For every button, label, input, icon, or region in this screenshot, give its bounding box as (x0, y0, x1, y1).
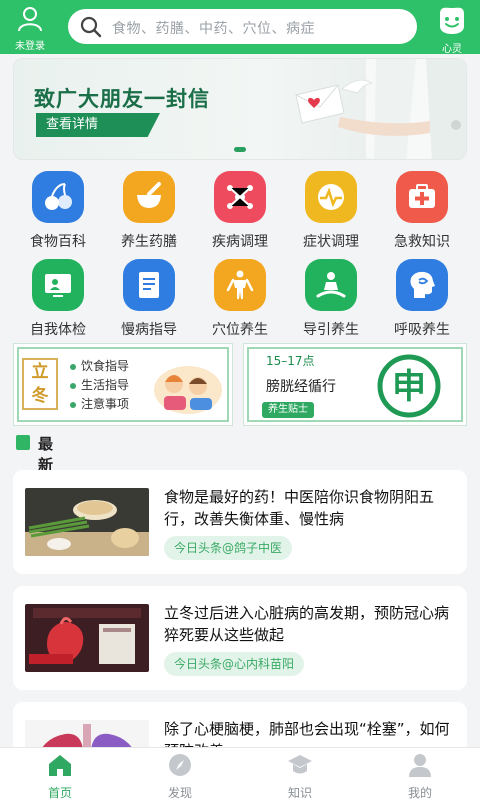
tab-label: 知识 (287, 786, 312, 800)
list-item-label: 饮食指导 (81, 359, 130, 373)
bullet-icon (70, 382, 76, 389)
news-title: 立冬过后进入心脏病的高发期，预防冠心病猝死要从这些做起 (164, 604, 450, 644)
first-aid-kit-icon (396, 171, 448, 223)
tab-home[interactable]: 首页 (0, 752, 120, 800)
graduation-cap-icon (288, 755, 312, 774)
cherry-icon (32, 171, 84, 223)
tab-knowledge[interactable]: 知识 (240, 752, 360, 800)
home-icon (49, 755, 71, 776)
grid-label: 慢病指导 (121, 322, 177, 338)
news-thumbnail (25, 488, 149, 556)
search-icon (80, 16, 102, 38)
grid-item-disease[interactable]: 疾病调理 (192, 171, 288, 251)
banner-pager-dot[interactable] (234, 147, 246, 152)
grid-item-self-check[interactable]: 自我体检 (10, 259, 106, 339)
grid-label: 养生药膳 (121, 234, 177, 250)
tab-label: 我的 (407, 786, 432, 800)
xinling-button[interactable]: 心灵 (432, 4, 472, 55)
family-illustration (154, 366, 222, 414)
list-item-label: 注意事项 (81, 397, 130, 411)
top-bar: 未登录 食物、药膳、中药、穴位、病症 心灵 (0, 0, 480, 55)
tab-label: 首页 (47, 786, 72, 800)
grid-item-symptom[interactable]: 症状调理 (283, 171, 379, 251)
tab-mine[interactable]: 我的 (360, 752, 480, 800)
grid-item-daoyin[interactable]: 导引养生 (283, 259, 379, 339)
document-icon (123, 259, 175, 311)
solar-term-card[interactable]: 立冬 饮食指导 生活指导 注意事项 (13, 343, 233, 426)
news-thumbnail (25, 604, 149, 672)
grid-item-acupoint[interactable]: 穴位养生 (192, 259, 288, 339)
news-title: 食物是最好的药！中医陪你识食物阴阳五行，改善失衡体重、慢性病 (164, 488, 435, 528)
news-card[interactable]: 立冬过后进入心脏病的高发期，预防冠心病猝死要从这些做起 今日头条@心内科苗阳 (13, 586, 467, 690)
meditation-icon (305, 259, 357, 311)
user-icon (18, 7, 42, 32)
person-icon (409, 754, 431, 777)
list-item: 注意事项 (70, 395, 129, 414)
bullet-icon (70, 401, 76, 408)
solar-term-label: 立冬 (22, 358, 58, 410)
bullet-icon (70, 363, 76, 370)
grid-label: 呼吸养生 (394, 322, 450, 338)
meridian-time: 15–17点 (266, 354, 315, 368)
news-source-tag[interactable]: 今日头条@鸽子中医 (164, 536, 293, 560)
list-item: 饮食指导 (70, 357, 129, 376)
search-bar[interactable]: 食物、药膳、中药、穴位、病症 (68, 9, 417, 44)
shen-stamp-text: 申 (392, 367, 426, 407)
meridian-card[interactable]: 15–17点 膀胱经循行 养生贴士 申 (243, 343, 467, 426)
smile-face-icon (440, 7, 464, 34)
grid-label: 疾病调理 (212, 234, 268, 250)
grid-item-medicinal-diet[interactable]: 养生药膳 (101, 171, 197, 251)
news-card[interactable]: 食物是最好的药！中医陪你识食物阴阳五行，改善失衡体重、慢性病 今日头条@鸽子中医 (13, 470, 467, 574)
news-source-tag[interactable]: 今日头条@心内科苗阳 (164, 652, 305, 676)
bottom-tab-bar: 首页 发现 知识 我的 (0, 747, 480, 800)
login-button[interactable]: 未登录 (8, 6, 52, 52)
mortar-icon (123, 171, 175, 223)
search-placeholder: 食物、药膳、中药、穴位、病症 (112, 21, 315, 37)
grid-label: 急救知识 (394, 234, 450, 250)
tab-discover[interactable]: 发现 (120, 752, 240, 800)
list-item-label: 生活指导 (81, 378, 130, 392)
feature-grid-row-2: 自我体检 慢病指导 穴位养生 导引养生 呼吸养生 (0, 259, 480, 339)
feature-grid-row-1: 食物百科 养生药膳 疾病调理 症状调理 急救知识 (0, 171, 480, 251)
molecule-icon (214, 171, 266, 223)
compass-icon (169, 754, 191, 776)
grid-item-chronic[interactable]: 慢病指导 (101, 259, 197, 339)
grid-label: 症状调理 (303, 234, 359, 250)
meridian-name: 膀胱经循行 (266, 379, 336, 395)
solar-term-list: 饮食指导 生活指导 注意事项 (70, 357, 129, 414)
shen-stamp-icon: 申 (377, 354, 441, 418)
body-icon (214, 259, 266, 311)
banner-title: 致广大朋友一封信 (34, 87, 210, 111)
pulse-icon (305, 171, 357, 223)
grid-item-breathing[interactable]: 呼吸养生 (374, 259, 470, 339)
banner-cta-button[interactable]: 查看详情 (36, 113, 160, 137)
login-label: 未登录 (15, 41, 45, 52)
promo-banner[interactable]: 致广大朋友一封信 查看详情 (13, 58, 467, 160)
grid-label: 穴位养生 (212, 322, 268, 338)
tab-label: 发现 (167, 786, 192, 800)
xinling-label: 心灵 (442, 44, 462, 55)
grid-label: 食物百科 (30, 234, 86, 250)
tips-tag: 养生贴士 (262, 402, 314, 418)
grid-label: 导引养生 (303, 322, 359, 338)
list-item: 生活指导 (70, 376, 129, 395)
grid-item-food[interactable]: 食物百科 (10, 171, 106, 251)
doctor-illustration (295, 59, 466, 159)
grid-label: 自我体检 (30, 322, 86, 338)
head-breath-icon (396, 259, 448, 311)
book-icon (16, 435, 30, 450)
monitor-icon (32, 259, 84, 311)
grid-item-first-aid[interactable]: 急救知识 (374, 171, 470, 251)
solar-term-text: 立冬 (31, 362, 49, 406)
